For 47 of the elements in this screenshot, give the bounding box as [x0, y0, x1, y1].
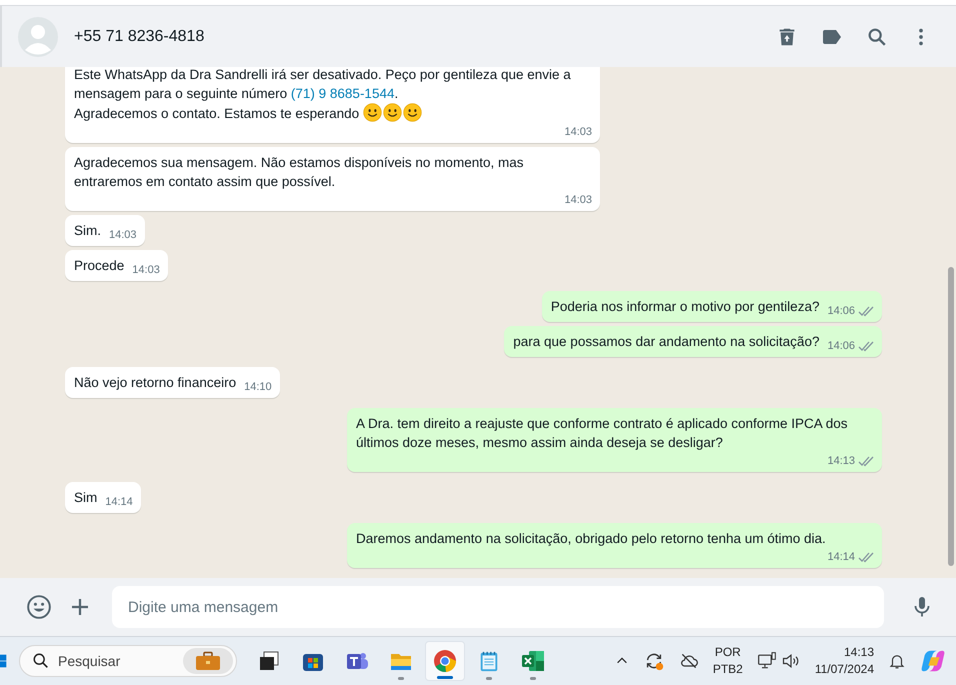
- spreadsheet-icon: [520, 649, 546, 673]
- emoji-icon[interactable]: [26, 594, 52, 620]
- message-text: Não vejo retorno financeiro: [74, 374, 236, 392]
- clock-date: 11/07/2024: [814, 661, 874, 678]
- speaker-icon[interactable]: [780, 651, 801, 671]
- message-text: Sim: [74, 489, 98, 507]
- message-time: 14:13: [827, 455, 855, 467]
- bell-icon[interactable]: [888, 652, 906, 670]
- browser-icon: [433, 649, 457, 673]
- smiley-icon: [402, 103, 422, 122]
- message-time: 14:06: [827, 340, 855, 352]
- message-text: para que possamos dar andamento na solicitação?: [513, 333, 820, 351]
- phone-link[interactable]: (71) 9 8685-1544: [290, 86, 394, 101]
- taskbar-search-field[interactable]: Pesquisar: [19, 645, 237, 677]
- message-time: 14:03: [109, 229, 137, 241]
- keyboard-layout: PTB2: [712, 661, 743, 678]
- clock[interactable]: 14:13 11/07/2024: [814, 644, 874, 678]
- message-text: A Dra. tem direito a reajuste que conforme contrato é aplicado conforme IPCA dos últimos doze meses, mesmo assim ainda deseja se desligar?: [356, 415, 849, 452]
- message-text: Procede: [74, 257, 124, 275]
- scrollbar-thumb[interactable]: [948, 267, 954, 566]
- language-code: POR: [714, 644, 741, 661]
- message-text: Daremos andamento na solicitação, obrigado pelo retorno tenha um ótimo dia.: [356, 530, 826, 548]
- message-time: 14:14: [827, 551, 855, 563]
- network-icon[interactable]: [756, 651, 777, 671]
- message-time: 14:14: [105, 496, 133, 508]
- message-text: Agradecemos sua mensagem. Não estamos disponíveis no momento, mas entraremos em contato assim que possível.: [74, 154, 524, 191]
- message-text: Este WhatsApp da Dra Sandrelli irá ser desativado. Peço por gentileza que envie a mensagem para o seguinte número (71) 9 8685-1544. Agradecemos o contato. Estamos te esperando: [74, 67, 572, 124]
- contact-name[interactable]: +55 71 8236-4818: [74, 28, 204, 46]
- message-time: 14:03: [132, 264, 160, 276]
- message-time: 14:10: [244, 381, 272, 393]
- smiley-icon: [362, 103, 382, 122]
- search-icon: [32, 652, 50, 670]
- message-text: Poderia nos informar o motivo por gentileza?: [550, 298, 820, 316]
- task-view-icon: [257, 649, 281, 673]
- message-time: 14:06: [827, 305, 855, 317]
- message-time: 14:03: [564, 194, 592, 206]
- smiley-icon: [382, 103, 402, 122]
- search-icon[interactable]: [866, 26, 888, 48]
- message-text: Sim.: [74, 222, 101, 240]
- message-time: 14:03: [564, 126, 592, 138]
- search-placeholder: Pesquisar: [58, 653, 120, 669]
- copilot-icon[interactable]: [920, 648, 946, 674]
- cloud-off-icon[interactable]: [678, 651, 699, 671]
- message-input[interactable]: Digite uma mensagem: [112, 586, 884, 628]
- briefcase-icon: [195, 651, 221, 671]
- clock-time: 14:13: [844, 644, 874, 661]
- language-indicator[interactable]: POR PTB2: [712, 644, 743, 678]
